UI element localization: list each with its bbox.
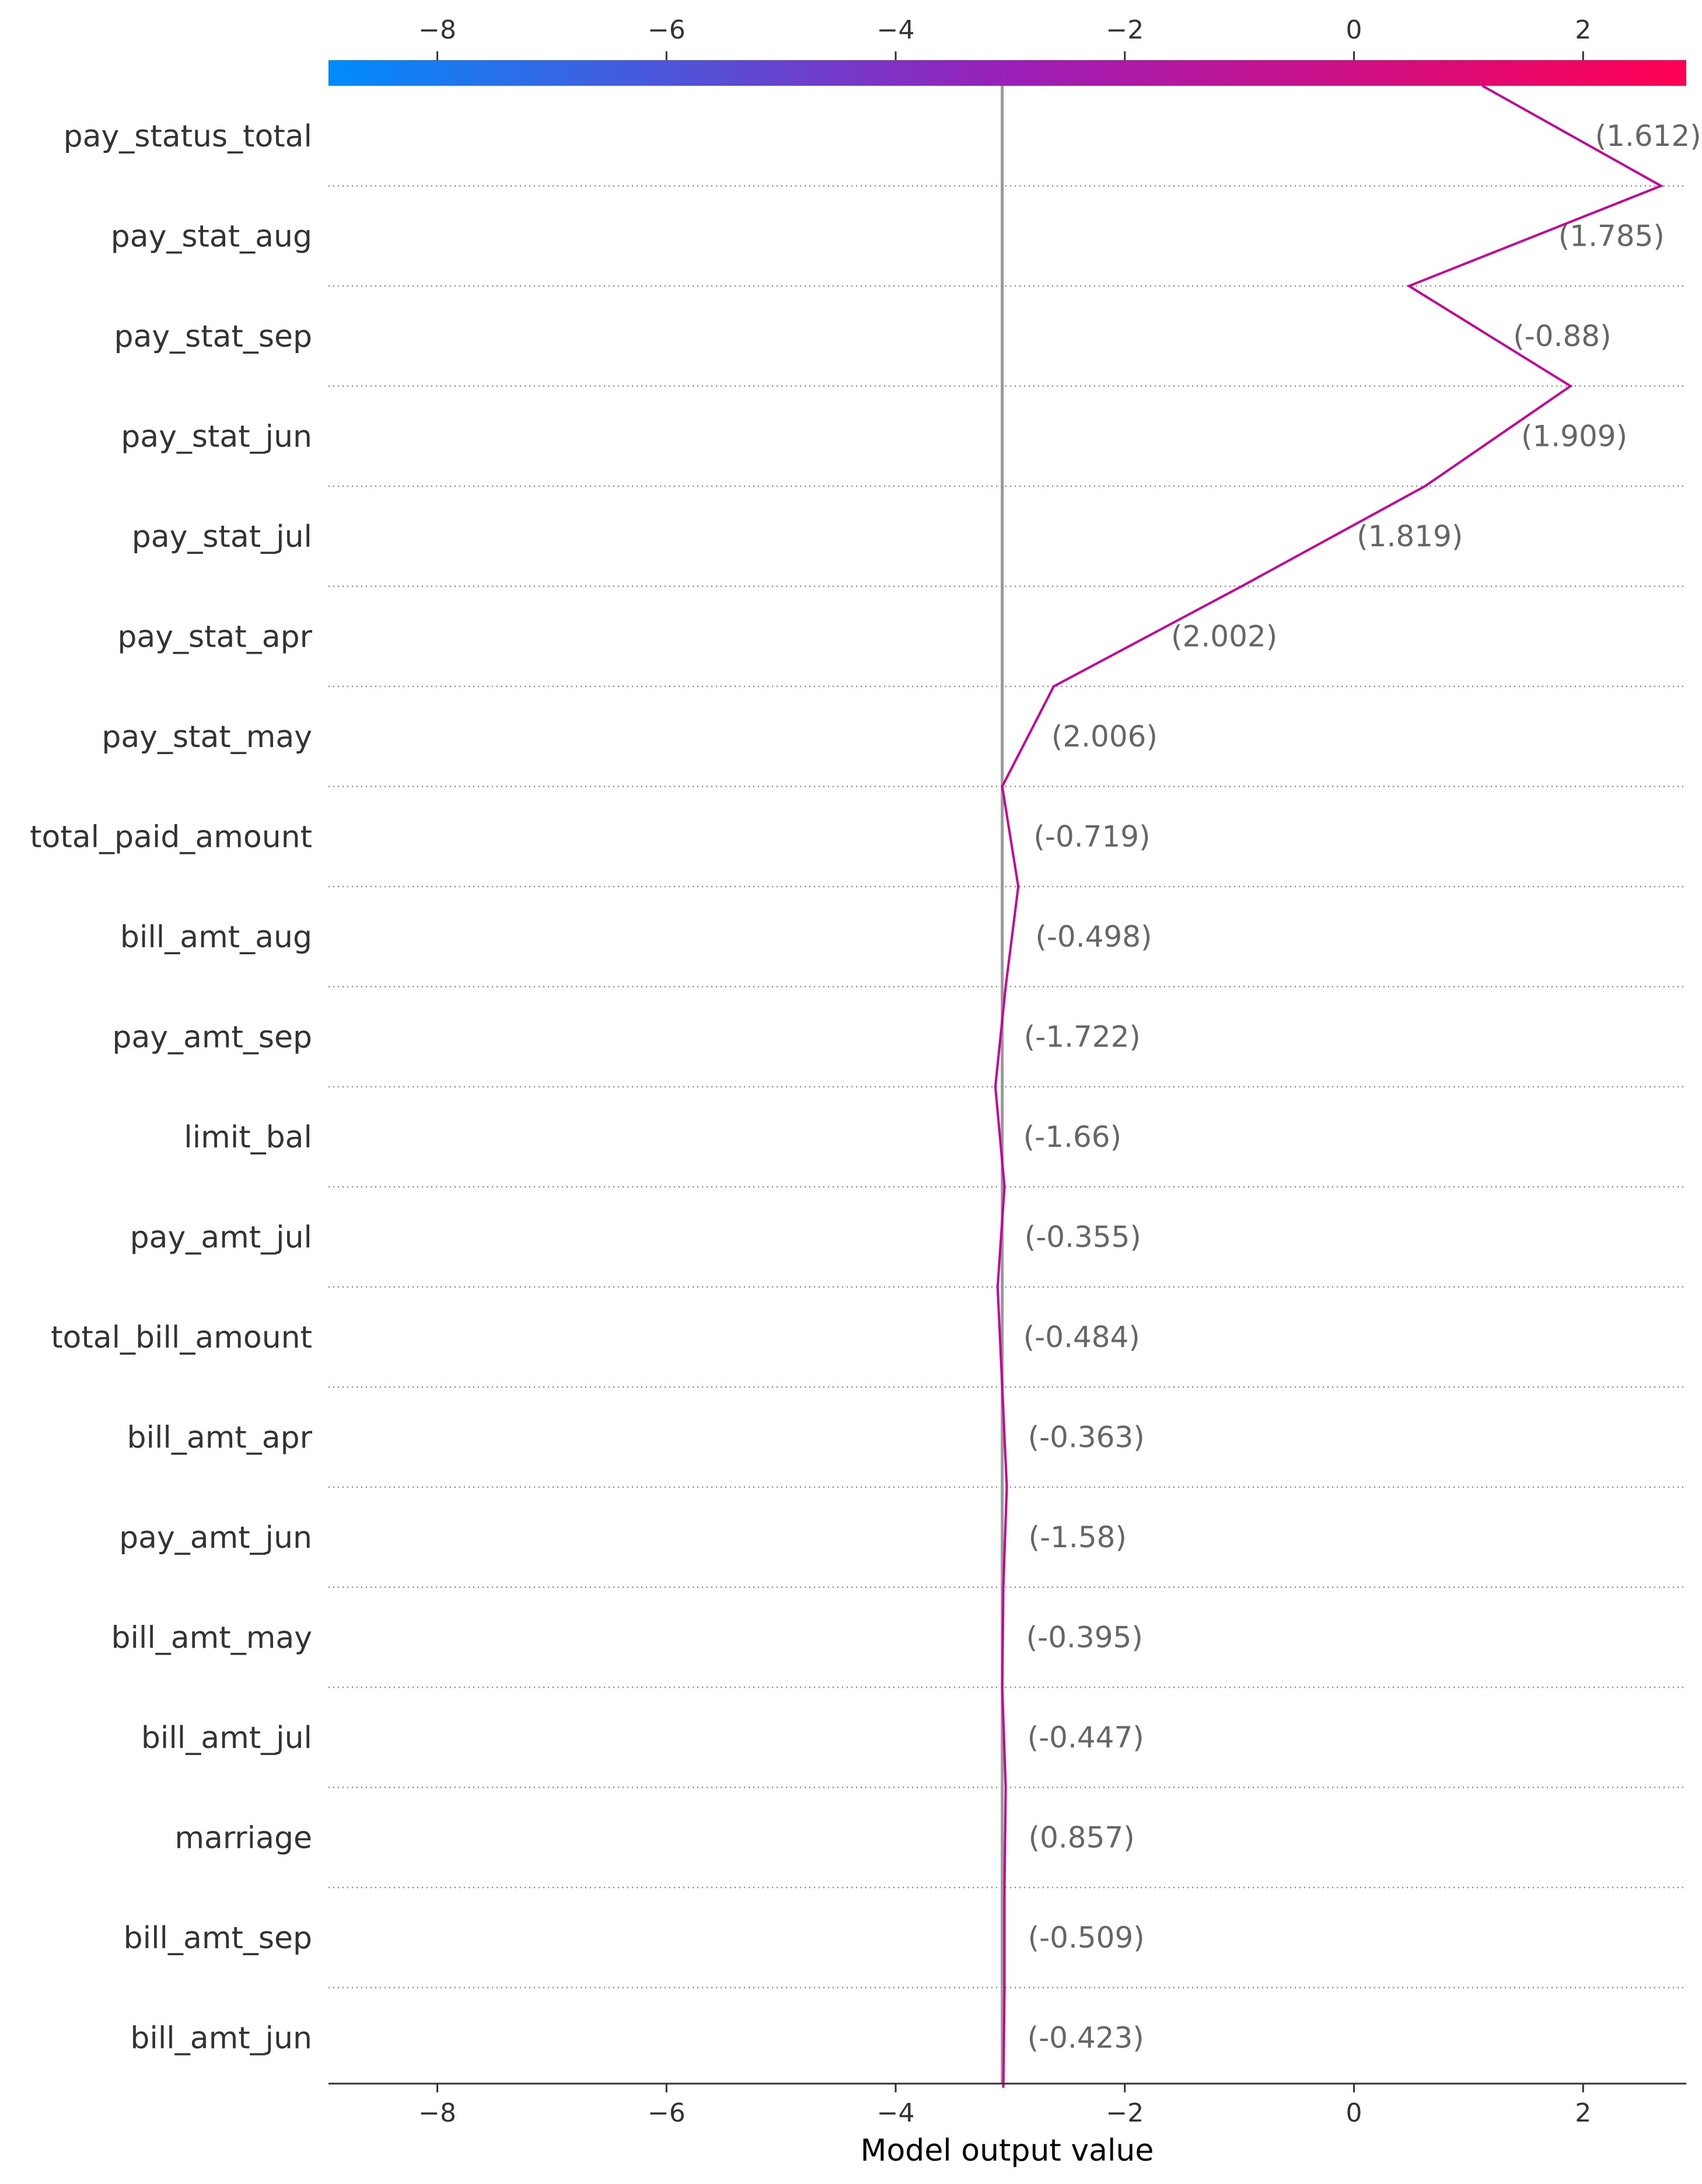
feature-value-label: (-0.447) — [1028, 1721, 1144, 1754]
row-gridlines — [328, 185, 1686, 1988]
bottom-tick-label: −6 — [648, 2098, 686, 2128]
feature-label: bill_amt_jun — [130, 2021, 312, 2056]
feature-label: pay_stat_may — [102, 720, 312, 755]
feature-label: pay_stat_aug — [111, 219, 312, 254]
bottom-tick-label: −8 — [418, 2098, 456, 2128]
top-axis: −8 −6 −4 −2 0 2 — [418, 15, 1591, 60]
top-tick-label: 0 — [1346, 15, 1362, 45]
bottom-axis: −8 −6 −4 −2 0 2 — [418, 2084, 1591, 2128]
feature-value-label: (-0.498) — [1035, 920, 1152, 954]
feature-label: limit_bal — [184, 1120, 312, 1155]
feature-value-label: (-0.509) — [1028, 1921, 1145, 1955]
feature-label: bill_amt_may — [111, 1620, 312, 1655]
top-tick-label: −2 — [1106, 15, 1144, 45]
feature-value-label: (-0.363) — [1028, 1420, 1145, 1454]
feature-value-label: (2.002) — [1171, 619, 1277, 653]
feature-label: total_bill_amount — [51, 1320, 312, 1355]
feature-value-label: (2.006) — [1051, 720, 1158, 753]
feature-value-label: (-0.395) — [1026, 1620, 1143, 1654]
feature-value-label: (-0.88) — [1513, 319, 1611, 353]
feature-value-label: (0.857) — [1029, 1820, 1135, 1854]
bottom-tick-label: 2 — [1575, 2098, 1591, 2128]
bottom-tick-label: −4 — [877, 2098, 915, 2128]
feature-value-label: (-0.355) — [1025, 1220, 1141, 1254]
top-tick-label: −8 — [418, 15, 456, 45]
feature-value-labels: (1.612) (1.785) (-0.88) (1.909) (1.819) (2.00… — [1023, 119, 1701, 2055]
feature-value-label: (1.612) — [1595, 119, 1701, 153]
decision-plot: −8 −6 −4 −2 0 2 pay_status_total pay_stat_aug p… — [0, 0, 1702, 2184]
feature-label: pay_status_total — [64, 119, 312, 154]
top-tick-label: −6 — [648, 15, 686, 45]
top-tick-label: 2 — [1575, 15, 1591, 45]
feature-label: bill_amt_sep — [124, 1921, 312, 1956]
feature-label: pay_stat_sep — [114, 319, 312, 354]
colorbar — [328, 60, 1686, 86]
bottom-tick-label: −2 — [1106, 2098, 1144, 2128]
feature-value-label: (-0.423) — [1028, 2021, 1144, 2054]
feature-label: pay_amt_jun — [119, 1520, 312, 1555]
feature-labels: pay_status_total pay_stat_aug pay_stat_sep… — [30, 119, 312, 2056]
feature-label: bill_amt_jul — [141, 1721, 312, 1756]
feature-value-label: (-0.484) — [1023, 1320, 1140, 1354]
feature-label: bill_amt_apr — [127, 1420, 312, 1455]
feature-value-label: (-1.722) — [1024, 1020, 1141, 1053]
feature-label: pay_stat_jul — [132, 519, 312, 554]
bottom-tick-label: 0 — [1346, 2098, 1362, 2128]
feature-label: marriage — [174, 1820, 312, 1855]
feature-value-label: (-0.719) — [1033, 819, 1150, 853]
feature-value-label: (-1.66) — [1023, 1120, 1121, 1154]
feature-label: pay_amt_jul — [130, 1220, 312, 1255]
x-axis-title: Model output value — [861, 2133, 1154, 2168]
top-tick-label: −4 — [877, 15, 915, 45]
feature-label: pay_stat_jun — [121, 419, 312, 454]
feature-label: pay_amt_sep — [112, 1020, 312, 1055]
feature-label: total_paid_amount — [30, 819, 312, 854]
feature-label: pay_stat_apr — [117, 619, 312, 654]
feature-label: bill_amt_aug — [120, 920, 312, 955]
feature-value-label: (1.819) — [1357, 519, 1463, 553]
decision-plot-svg: −8 −6 −4 −2 0 2 pay_status_totalpay_stat_augp… — [30, 15, 1701, 2168]
feature-value-label: (-1.58) — [1029, 1520, 1127, 1554]
feature-value-label: (1.785) — [1558, 219, 1665, 253]
feature-value-label: (1.909) — [1521, 419, 1627, 453]
